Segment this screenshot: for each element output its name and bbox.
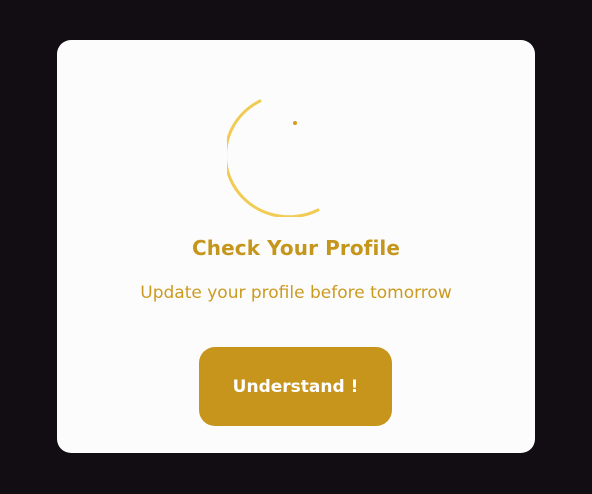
loading-spinner-icon [227,99,320,217]
dialog-title: Check Your Profile [191,236,401,260]
profile-dialog: Check Your Profile Update your profile b… [57,40,535,453]
understand-button[interactable]: Understand ! [199,347,392,426]
dialog-message: Update your profile before tomorrow [140,283,452,303]
